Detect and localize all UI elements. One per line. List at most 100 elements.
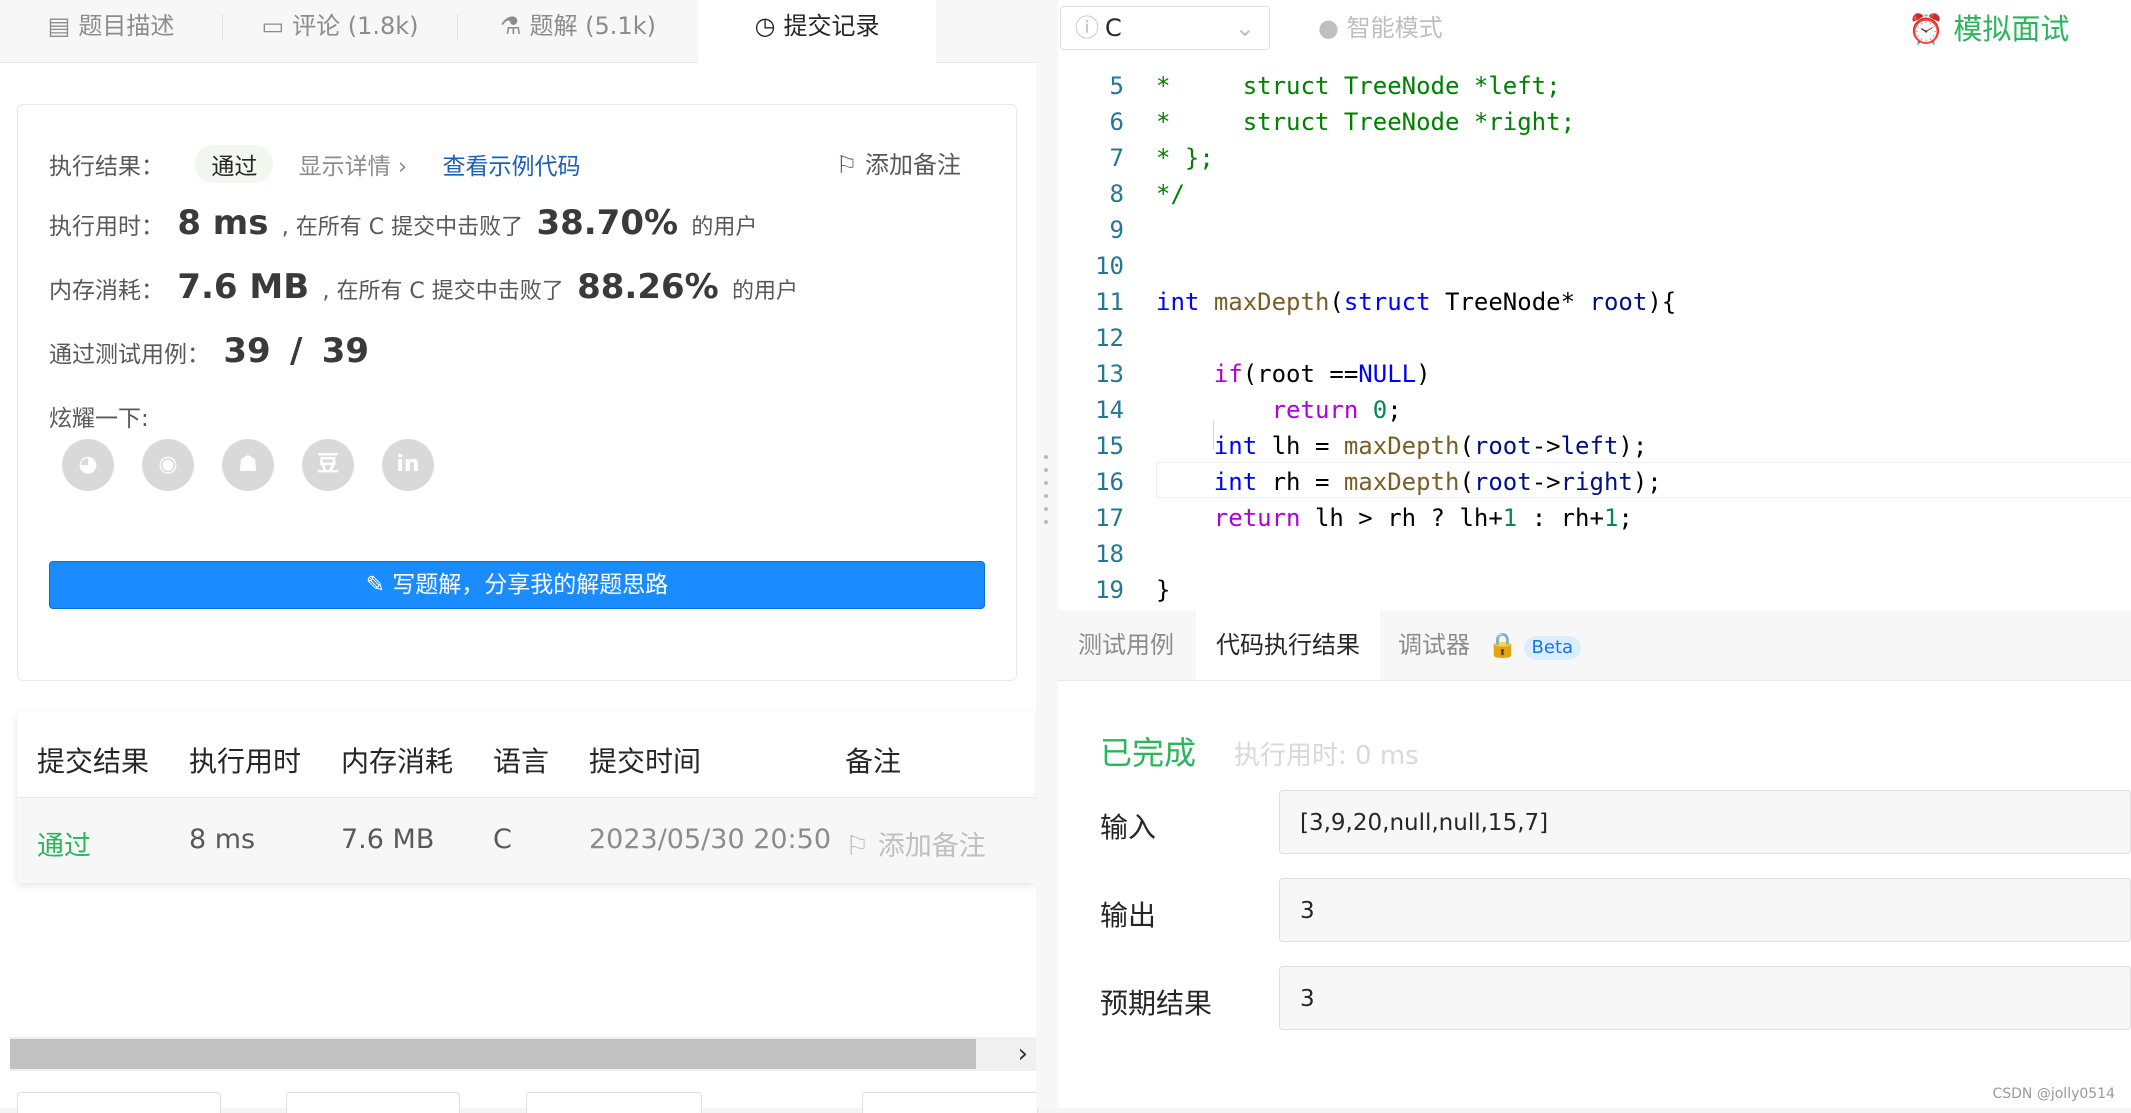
- weibo-share-icon[interactable]: ◉: [142, 439, 194, 491]
- code-line: */: [1156, 180, 1185, 208]
- smart-mode-toggle[interactable]: ● 智能模式: [1318, 8, 1443, 43]
- view-sample-code-link[interactable]: 查看示例代码: [442, 154, 580, 180]
- tab-submissions[interactable]: ◷ 提交记录: [698, 0, 936, 63]
- line-number: 19: [1095, 576, 1124, 604]
- line-number: 12: [1095, 324, 1124, 352]
- column-header: 备注: [845, 745, 902, 778]
- clock-icon: ◷: [754, 12, 776, 40]
- douban-share-icon[interactable]: 豆: [302, 439, 354, 491]
- show-details-link[interactable]: 显示详情 ›: [299, 154, 408, 180]
- tab-bar: ▤ 题目描述 ▭ 评论 (1.8k) ⚗ 题解 (5.1k) ◷ 提交记录: [0, 0, 1036, 63]
- code-line: int maxDepth(struct TreeNode* root){: [1156, 288, 1677, 316]
- submissions-table: 提交结果 执行用时 内存消耗 语言 提交时间 备注 通过 8 ms 7.6 MB…: [17, 712, 1035, 883]
- tab-run-result[interactable]: 代码执行结果: [1196, 610, 1380, 680]
- tab-testcases[interactable]: 测试用例: [1058, 610, 1194, 680]
- code-line: }: [1156, 576, 1171, 604]
- alarm-clock-icon: ⏰: [1908, 12, 1945, 46]
- line-number: 7: [1109, 144, 1124, 172]
- bottom-button[interactable]: [526, 1092, 702, 1113]
- line-number: 11: [1095, 288, 1124, 316]
- watermark: CSDN @jolly0514: [1992, 1086, 2115, 1102]
- comment-icon: ▭: [261, 12, 285, 40]
- linkedin-share-icon[interactable]: in: [382, 439, 434, 491]
- runtime-percentile: 38.70%: [536, 203, 679, 243]
- line-number: 5: [1109, 72, 1124, 100]
- tab-description[interactable]: ▤ 题目描述: [0, 0, 222, 62]
- qq-share-icon[interactable]: ☗: [222, 439, 274, 491]
- write-solution-button[interactable]: ✎ 写题解，分享我的解题思路: [49, 561, 985, 609]
- line-number: 10: [1095, 252, 1124, 280]
- info-icon: ⓘ: [1075, 14, 1099, 42]
- column-header: 提交结果: [37, 745, 150, 778]
- memory-row: 内存消耗： 7.6 MB , 在所有 C 提交中击败了 88.26% 的用户: [49, 267, 799, 307]
- add-note-button[interactable]: ⚐ 添加备注: [836, 145, 961, 180]
- code-line: * struct TreeNode *left;: [1156, 72, 1561, 100]
- column-header: 执行用时: [189, 745, 302, 778]
- left-panel: ▤ 题目描述 ▭ 评论 (1.8k) ⚗ 题解 (5.1k) ◷ 提交记录 执行结果： …: [0, 0, 1038, 1113]
- column-header: 提交时间: [589, 745, 702, 778]
- output-value: 3: [1279, 878, 2131, 942]
- wechat-share-icon[interactable]: ◕: [62, 439, 114, 491]
- line-number: 13: [1095, 360, 1124, 388]
- output-label: 输出: [1100, 899, 1157, 932]
- bottom-button[interactable]: [286, 1092, 460, 1113]
- description-icon: ▤: [47, 12, 71, 40]
- code-line: * struct TreeNode *right;: [1156, 108, 1576, 136]
- code-line: * };: [1156, 144, 1214, 172]
- line-number: 16: [1095, 468, 1124, 496]
- pencil-icon: ✎: [365, 572, 385, 598]
- table-row[interactable]: 通过 8 ms 7.6 MB C 2023/05/30 20:50 ⚐ 添加备注: [17, 797, 1035, 883]
- result-row: 执行结果： 通过 显示详情 › 查看示例代码: [49, 145, 580, 183]
- bottom-button[interactable]: [17, 1092, 221, 1113]
- flag-icon: ⚐: [835, 151, 858, 179]
- expected-label: 预期结果: [1100, 987, 1213, 1020]
- share-label: 炫耀一下:: [49, 406, 149, 432]
- flask-icon: ⚗: [500, 12, 522, 40]
- editor-toolbar: ⓘ C ⌄ ● 智能模式 ⏰ 模拟面试: [1058, 0, 2131, 63]
- code-line: return lh > rh ? lh+1 : rh+1;: [1213, 504, 1633, 532]
- bottom-button[interactable]: [862, 1092, 1038, 1113]
- result-tabs: 测试用例 代码执行结果 调试器 🔒 Beta: [1058, 610, 2131, 681]
- input-value: [3,9,20,null,null,15,7]: [1279, 790, 2131, 854]
- beta-badge: Beta: [1523, 636, 1582, 660]
- submission-result-link[interactable]: 通过: [37, 824, 91, 863]
- lock-icon: 🔒: [1487, 631, 1518, 659]
- mock-interview-button[interactable]: ⏰ 模拟面试: [1908, 6, 2069, 48]
- line-number: 14: [1095, 396, 1124, 424]
- column-header: 语言: [493, 745, 550, 778]
- row-add-note-button[interactable]: ⚐ 添加备注: [845, 824, 986, 863]
- flag-icon: ⚐: [845, 831, 870, 862]
- language-select[interactable]: ⓘ C ⌄: [1060, 6, 1270, 50]
- chevron-right-icon[interactable]: ›: [1018, 1039, 1028, 1069]
- dot-icon: ●: [1318, 14, 1339, 42]
- tab-comments[interactable]: ▭ 评论 (1.8k): [223, 0, 457, 62]
- line-number: 6: [1109, 108, 1124, 136]
- column-header: 内存消耗: [341, 745, 454, 778]
- code-line: int rh = maxDepth(root->right);: [1213, 468, 1662, 496]
- memory-percentile: 88.26%: [577, 267, 719, 307]
- line-number: 18: [1095, 540, 1124, 568]
- run-status: 已完成: [1100, 734, 1197, 772]
- exec-time: 执行用时: 0 ms: [1234, 741, 1419, 771]
- code-line: if(root ==NULL): [1213, 360, 1431, 388]
- tab-solutions[interactable]: ⚗ 题解 (5.1k): [458, 0, 698, 62]
- chevron-down-icon: ⌄: [1234, 14, 1255, 42]
- line-number: 9: [1109, 216, 1124, 244]
- runtime-row: 执行用时： 8 ms , 在所有 C 提交中击败了 38.70% 的用户: [49, 203, 758, 243]
- testcases-row: 通过测试用例： 39 / 39: [49, 331, 370, 371]
- result-card: 执行结果： 通过 显示详情 › 查看示例代码 ⚐ 添加备注 执行用时： 8 ms…: [17, 104, 1017, 681]
- runtime-value: 8 ms: [177, 203, 269, 243]
- tab-debugger[interactable]: 调试器 🔒 Beta: [1378, 610, 1601, 680]
- status-badge: 通过: [195, 145, 274, 183]
- horizontal-scrollbar[interactable]: ›: [10, 1037, 1036, 1071]
- code-editor[interactable]: 5 6 7 8 9 10 11 12 13 14 15 16 17 18 19 …: [1058, 62, 2131, 610]
- panel-divider[interactable]: [1036, 0, 1058, 1108]
- drag-handle-icon[interactable]: [1044, 455, 1050, 545]
- code-line: int lh = maxDepth(root->left);: [1213, 432, 1648, 460]
- code-line: return 0;: [1271, 396, 1402, 424]
- line-number: 17: [1095, 504, 1124, 532]
- input-label: 输入: [1100, 811, 1157, 844]
- right-panel: ⓘ C ⌄ ● 智能模式 ⏰ 模拟面试 5 6 7 8 9 10 11 12 13…: [1058, 0, 2131, 1108]
- line-number: 15: [1095, 432, 1124, 460]
- scrollbar-thumb[interactable]: [10, 1039, 976, 1069]
